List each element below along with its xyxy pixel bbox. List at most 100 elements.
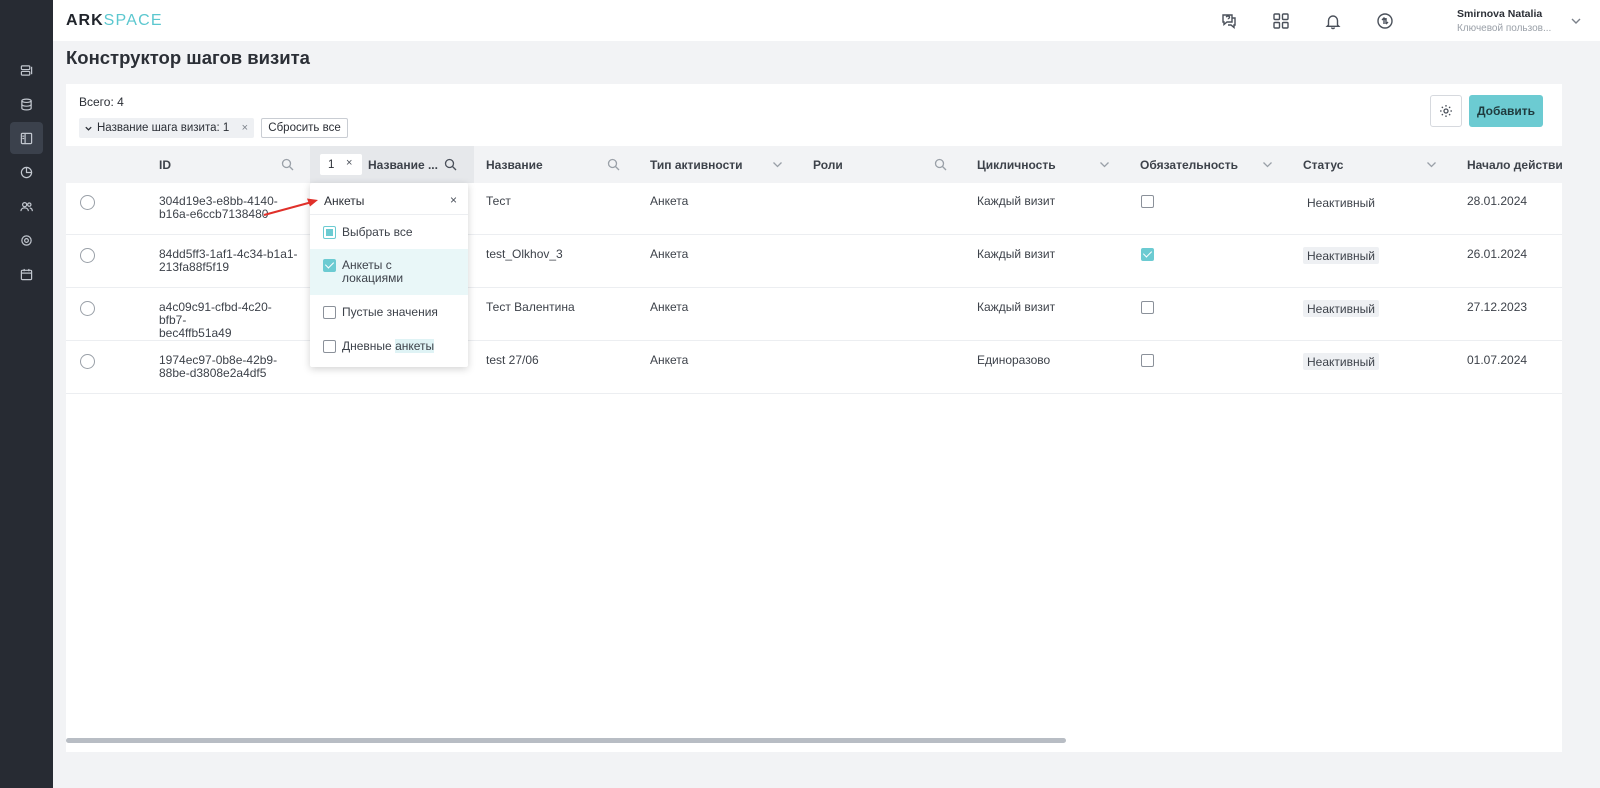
add-button[interactable]: Добавить xyxy=(1469,95,1543,127)
sidebar-item-list[interactable] xyxy=(10,54,43,86)
sidebar-item-database[interactable] xyxy=(10,88,43,120)
status-badge: Неактивный xyxy=(1303,353,1379,370)
table-header: ID 1 × Название ... Название Тип активно… xyxy=(66,146,1562,183)
select-all-checkbox[interactable] xyxy=(323,226,336,239)
option-checkbox[interactable] xyxy=(323,340,336,353)
filter-chip[interactable]: Название шага визита: 1 × xyxy=(79,118,254,138)
row-id: 84dd5ff3-1af1-4c34-b1a1- 213fa88f5f19 xyxy=(159,247,298,274)
table-row[interactable]: a4c09c91-cfbd-4c20-bfb7- bec4ffb51a49 Тес… xyxy=(66,289,1562,341)
row-radio[interactable] xyxy=(80,195,95,210)
row-radio[interactable] xyxy=(80,354,95,369)
row-name: test_Olkhov_3 xyxy=(486,247,563,261)
gear-icon xyxy=(1440,105,1452,117)
logo[interactable]: ARKSPACE xyxy=(66,12,163,30)
row-activity: Анкета xyxy=(650,353,689,367)
row-start-date: 27.12.2023 xyxy=(1467,300,1528,314)
column-header-id[interactable]: ID xyxy=(159,146,171,183)
sidebar-item-reports[interactable] xyxy=(10,156,43,188)
layout-icon xyxy=(20,132,33,144)
table-row[interactable]: 84dd5ff3-1af1-4c34-b1a1- 213fa88f5f19 tes… xyxy=(66,236,1562,288)
row-activity: Анкета xyxy=(650,247,689,261)
search-icon[interactable] xyxy=(934,158,947,171)
chevron-down-icon[interactable] xyxy=(771,158,784,171)
user-menu-chevron[interactable] xyxy=(1570,14,1582,26)
column-header-name[interactable]: Название xyxy=(486,146,543,183)
row-cycle: Каждый визит xyxy=(977,247,1056,261)
row-start-date: 28.01.2024 xyxy=(1467,194,1528,208)
support-chat-button[interactable] xyxy=(1218,10,1240,32)
row-radio[interactable] xyxy=(80,301,95,316)
close-icon[interactable]: × xyxy=(346,157,352,169)
row-id: 1974ec97-0b8e-42b9- 88be-d3808e2a4df5 xyxy=(159,353,278,380)
support-chat-icon xyxy=(1222,14,1236,29)
apps-button[interactable] xyxy=(1270,10,1292,32)
status-badge: Неактивный xyxy=(1307,195,1375,210)
row-id: a4c09c91-cfbd-4c20-bfb7- bec4ffb51a49 xyxy=(159,300,272,340)
users-icon xyxy=(20,201,33,211)
row-activity: Анкета xyxy=(650,300,689,314)
filter-search-input[interactable]: Анкеты × xyxy=(310,183,468,215)
database-icon xyxy=(21,98,32,110)
chevron-down-icon[interactable] xyxy=(1261,158,1274,171)
row-required-checkbox[interactable] xyxy=(1141,354,1154,367)
status-badge: Неактивный xyxy=(1303,247,1379,264)
sync-button[interactable] xyxy=(1374,10,1396,32)
chevron-down-icon xyxy=(84,124,93,133)
table-settings-button[interactable] xyxy=(1430,95,1462,127)
row-name: Тест xyxy=(486,194,511,208)
pie-chart-icon xyxy=(20,166,33,178)
column-header-activity-type[interactable]: Тип активности xyxy=(650,146,743,183)
table-row[interactable]: 1974ec97-0b8e-42b9- 88be-d3808e2a4df5 tes… xyxy=(66,342,1562,394)
option-checkbox[interactable] xyxy=(323,306,336,319)
filter-option[interactable]: Пустые значения xyxy=(310,295,468,329)
filter-count-badge[interactable]: 1 × xyxy=(320,154,362,175)
notifications-button[interactable] xyxy=(1322,10,1344,32)
row-required-checkbox[interactable] xyxy=(1141,248,1154,261)
bell-icon xyxy=(1325,15,1341,30)
annotation-arrow xyxy=(263,198,318,216)
row-radio[interactable] xyxy=(80,248,95,263)
status-badge: Неактивный xyxy=(1303,300,1379,317)
sidebar-item-settings[interactable] xyxy=(10,224,43,256)
apps-grid-icon xyxy=(1273,13,1289,29)
user-menu[interactable]: Smirnova Natalia Ключевой пользов... xyxy=(1457,8,1567,34)
column-header-start-date[interactable]: Начало действи xyxy=(1467,146,1562,183)
chevron-down-icon[interactable] xyxy=(1098,158,1111,171)
top-bar: ARKSPACE Smirnova Natalia Ключевой польз… xyxy=(53,0,1600,41)
total-count: Всего: 4 xyxy=(79,95,124,109)
row-required-checkbox[interactable] xyxy=(1141,301,1154,314)
row-name: Тест Валентина xyxy=(486,300,575,314)
sidebar-item-users[interactable] xyxy=(10,190,43,222)
settings-icon xyxy=(21,234,32,246)
search-icon[interactable] xyxy=(607,158,620,171)
sync-icon xyxy=(1377,13,1393,29)
sidebar xyxy=(0,0,53,788)
user-role: Ключевой пользов... xyxy=(1457,23,1552,34)
page-title: Конструктор шагов визита xyxy=(66,47,310,68)
list-icon xyxy=(20,64,33,76)
horizontal-scrollbar[interactable] xyxy=(66,738,1066,743)
close-icon[interactable]: × xyxy=(242,122,248,134)
row-start-date: 26.01.2024 xyxy=(1467,247,1528,261)
column-header-cycle[interactable]: Цикличность xyxy=(977,146,1056,183)
column-header-status[interactable]: Статус xyxy=(1303,146,1343,183)
column-header-step-name[interactable]: Название ... xyxy=(368,146,438,183)
chevron-down-icon xyxy=(1571,18,1581,24)
search-icon[interactable] xyxy=(444,158,457,171)
filter-option-select-all[interactable]: Выбрать все xyxy=(310,215,468,249)
filter-option[interactable]: Анкеты с локациями xyxy=(310,249,468,295)
row-cycle: Единоразово xyxy=(977,353,1051,367)
clear-search-icon[interactable]: × xyxy=(450,193,457,207)
column-header-required[interactable]: Обязательность xyxy=(1140,146,1238,183)
chevron-down-icon[interactable] xyxy=(1425,158,1438,171)
sidebar-item-layout[interactable] xyxy=(10,122,43,154)
search-icon[interactable] xyxy=(281,158,294,171)
sidebar-item-calendar[interactable] xyxy=(10,258,43,290)
reset-all-button[interactable]: Сбросить все xyxy=(261,118,348,138)
column-header-roles[interactable]: Роли xyxy=(813,146,843,183)
calendar-icon xyxy=(20,268,33,280)
option-checkbox[interactable] xyxy=(323,259,336,272)
column-filter-dropdown: Анкеты × Выбрать все Анкеты с локациями П… xyxy=(310,183,468,367)
row-required-checkbox[interactable] xyxy=(1141,195,1154,208)
filter-option[interactable]: Дневные анкеты xyxy=(310,329,468,363)
